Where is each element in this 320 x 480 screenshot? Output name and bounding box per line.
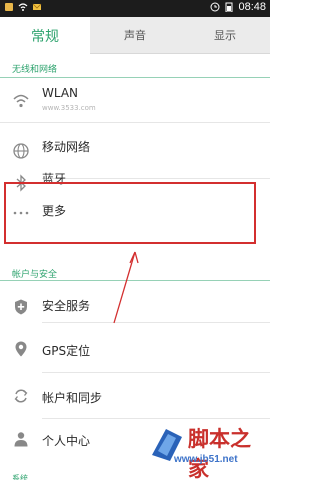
highlight-annotation-box [4,182,256,244]
wifi-status-icon [18,3,28,11]
app-notification-icon [5,3,13,11]
wlan-subtitle: www.3533.com [42,104,96,112]
wlan-label: WLAN [42,86,79,100]
watermark: 脚本之家 www.jb51.net [148,423,268,480]
battery-icon [225,2,233,12]
shield-plus-icon [15,299,27,315]
tab-display[interactable]: 显示 [180,17,270,54]
sync-icon [14,389,28,403]
clock: 08:48 [238,1,266,13]
personal-center-label: 个人中心 [42,434,91,448]
gps-label: GPS定位 [42,344,91,358]
mobile-network-label: 移动网络 [42,140,91,154]
status-right: 08:48 [210,1,266,13]
tab-general[interactable]: 常规 [0,17,90,54]
security-label: 安全服务 [42,299,91,313]
status-left [4,2,42,12]
location-pin-icon [15,341,27,357]
account-sync-label: 帐户和同步 [42,391,103,405]
tab-sound[interactable]: 声音 [90,17,180,54]
person-icon [14,432,28,447]
message-status-icon [32,3,42,10]
watermark-brand: 脚本之家 [188,426,251,480]
status-bar: 08:48 [0,0,270,17]
settings-tabs: 常规 声音 显示 [0,17,270,54]
alarm-icon [210,2,220,12]
watermark-url: www.jb51.net [174,454,238,465]
section-header-system: 系统 [12,474,28,480]
wifi-icon [13,94,29,108]
